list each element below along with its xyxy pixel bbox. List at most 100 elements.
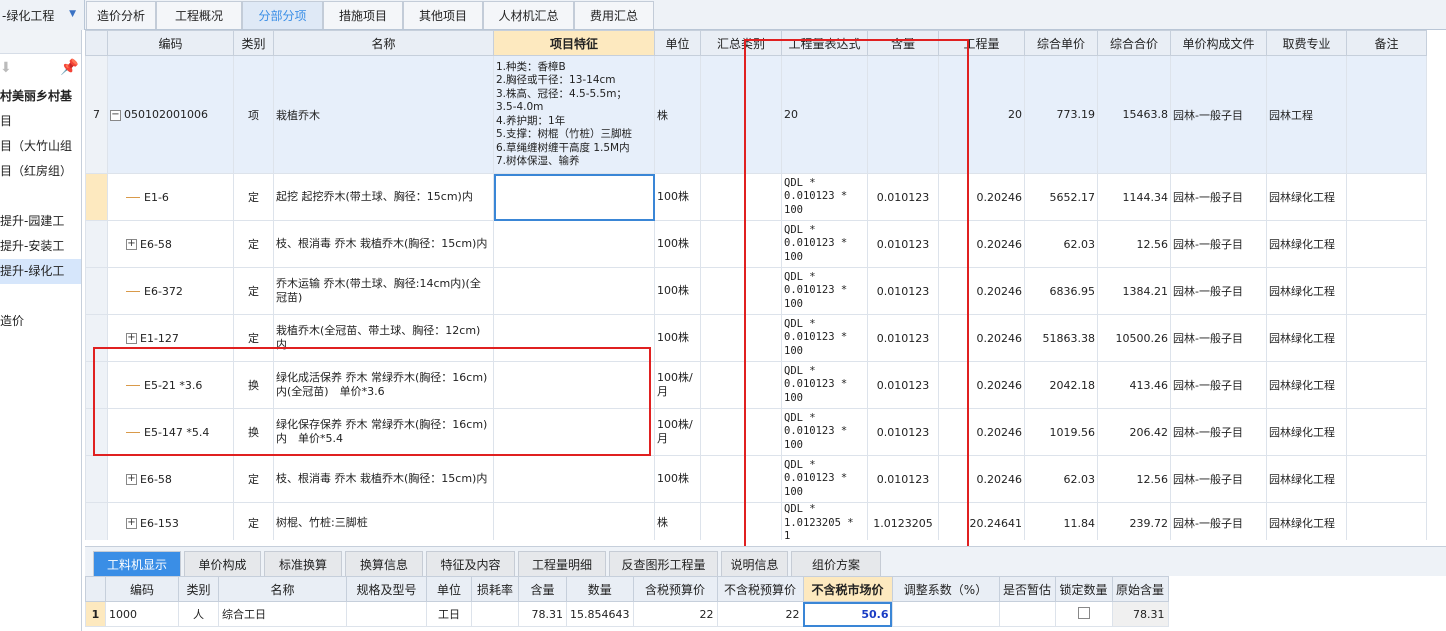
quota-remark[interactable] [1346, 173, 1427, 221]
material-row[interactable]: 1 1000 人 综合工日 工日 78.31 15.854643 22 22 5… [85, 601, 1169, 627]
tree-item[interactable]: 目（大竹山组 [0, 134, 81, 159]
col-header-price-file[interactable]: 单价构成文件 [1170, 30, 1267, 56]
material-estimate[interactable] [998, 601, 1056, 627]
quota-row[interactable]: E5-147 *5.4 换绿化保存保养 乔木 常绿乔木(胸径：16cm)内 单价*… [85, 408, 1427, 456]
quota-price-file[interactable]: 园林-一般子目 [1170, 173, 1267, 221]
quota-feature[interactable] [493, 173, 655, 221]
bcol-header-type[interactable]: 类别 [178, 576, 219, 602]
quota-expr[interactable]: QDL * 0.010123 * 100 [781, 173, 868, 221]
material-adjust[interactable] [891, 601, 1000, 627]
quota-total[interactable]: 12.56 [1097, 455, 1171, 503]
quota-type[interactable]: 换 [233, 361, 274, 409]
bcol-header-spec[interactable]: 规格及型号 [346, 576, 427, 602]
quota-unit-price[interactable]: 11.84 [1024, 502, 1098, 540]
quota-name[interactable]: 绿化保存保养 乔木 常绿乔木(胸径：16cm)内 单价*5.4 [273, 408, 494, 456]
quota-type[interactable]: 换 [233, 408, 274, 456]
quota-fee-type[interactable]: 园林绿化工程 [1266, 408, 1347, 456]
expand-icon[interactable]: + [126, 518, 137, 530]
quota-unit[interactable]: 100株 [654, 173, 701, 221]
quota-total[interactable]: 206.42 [1097, 408, 1171, 456]
quota-content[interactable]: 0.010123 [867, 267, 939, 315]
tree-item-selected[interactable]: 提升-绿化工 [0, 259, 81, 284]
pin-icon[interactable]: 📌 [60, 58, 79, 76]
col-header-qty[interactable]: 工程量 [938, 30, 1025, 56]
col-header-code[interactable]: 编码 [107, 30, 234, 56]
quota-row[interactable]: E6-372 定乔木运输 乔木(带土球、胸径:14cm内)(全冠苗) 100株 QDL… [85, 267, 1427, 315]
tree-item[interactable]: 目 [0, 109, 81, 134]
bill-expr[interactable]: 20 [781, 55, 868, 174]
quota-content[interactable]: 0.010123 [867, 220, 939, 268]
col-header-fee-type[interactable]: 取费专业 [1266, 30, 1347, 56]
btab-price-composition[interactable]: 单价构成 [184, 551, 261, 577]
btab-conversion-info[interactable]: 换算信息 [345, 551, 423, 577]
quota-feature[interactable] [493, 314, 655, 362]
collapse-icon[interactable]: − [110, 109, 121, 121]
col-header-feature[interactable]: 项目特征 [493, 30, 655, 56]
quota-name[interactable]: 枝、根消毒 乔木 栽植乔木(胸径：15cm)内 [273, 220, 494, 268]
material-content[interactable]: 78.31 [518, 601, 567, 627]
quota-summary-type[interactable] [700, 361, 782, 409]
quota-unit[interactable]: 100株/月 [654, 361, 701, 409]
bcol-header-notax-price[interactable]: 不含税预算价 [716, 576, 804, 602]
quota-qty[interactable]: 0.20246 [938, 267, 1025, 315]
quota-unit[interactable]: 100株 [654, 314, 701, 362]
col-header-name[interactable]: 名称 [273, 30, 494, 56]
tab-fee-summary[interactable]: 费用汇总 [574, 1, 654, 29]
quota-unit-price[interactable]: 2042.18 [1024, 361, 1098, 409]
quota-remark[interactable] [1346, 220, 1427, 268]
quota-price-file[interactable]: 园林-一般子目 [1170, 408, 1267, 456]
col-header-summary-type[interactable]: 汇总类别 [700, 30, 782, 56]
bill-name[interactable]: 栽植乔木 [273, 55, 494, 174]
col-header-qty-expr[interactable]: 工程量表达式 [781, 30, 868, 56]
material-market-price[interactable]: 50.6 [802, 601, 893, 627]
quota-code-cell[interactable]: + E1-127 [107, 314, 234, 362]
bill-content[interactable] [867, 55, 939, 174]
quota-price-file[interactable]: 园林-一般子目 [1170, 267, 1267, 315]
quota-content[interactable]: 1.0123205 [867, 502, 939, 540]
tree-item[interactable] [0, 284, 81, 309]
quota-summary-type[interactable] [700, 408, 782, 456]
quota-row[interactable]: + E6-153 定树棍、竹桩:三脚桩株 QDL * 1.0123205 * 1 1.0… [85, 502, 1427, 540]
material-spec[interactable] [346, 601, 427, 627]
bill-unit[interactable]: 株 [654, 55, 701, 174]
tree-item[interactable]: 目（红房组） [0, 159, 81, 184]
quota-price-file[interactable]: 园林-一般子目 [1170, 361, 1267, 409]
quota-fee-type[interactable]: 园林绿化工程 [1266, 220, 1347, 268]
quota-unit[interactable]: 100株 [654, 220, 701, 268]
material-loss[interactable] [471, 601, 519, 627]
quota-type[interactable]: 定 [233, 173, 274, 221]
btab-reverse-lookup[interactable]: 反查图形工程量 [609, 551, 718, 577]
quota-name[interactable]: 枝、根消毒 乔木 栽植乔木(胸径：15cm)内 [273, 455, 494, 503]
tab-labor-material-summary[interactable]: 人材机汇总 [483, 1, 574, 29]
quota-unit[interactable]: 100株 [654, 267, 701, 315]
material-qty[interactable]: 15.854643 [566, 601, 634, 627]
quota-expr[interactable]: QDL * 0.010123 * 100 [781, 314, 868, 362]
quota-expr[interactable]: QDL * 0.010123 * 100 [781, 361, 868, 409]
material-type[interactable]: 人 [178, 601, 219, 627]
bcol-header-market-price[interactable]: 不含税市场价 [802, 576, 893, 602]
quota-total[interactable]: 1144.34 [1097, 173, 1171, 221]
quota-unit-price[interactable]: 62.03 [1024, 455, 1098, 503]
quota-expr[interactable]: QDL * 0.010123 * 100 [781, 220, 868, 268]
quota-unit-price[interactable]: 6836.95 [1024, 267, 1098, 315]
quota-total[interactable]: 12.56 [1097, 220, 1171, 268]
quota-expr[interactable]: QDL * 0.010123 * 100 [781, 267, 868, 315]
col-header-type[interactable]: 类别 [233, 30, 274, 56]
quota-feature[interactable] [493, 220, 655, 268]
quota-summary-type[interactable] [700, 455, 782, 503]
quota-content[interactable]: 0.010123 [867, 408, 939, 456]
quota-qty[interactable]: 0.20246 [938, 314, 1025, 362]
quota-name[interactable]: 绿化成活保养 乔木 常绿乔木(胸径：16cm)内(全冠苗) 单价*3.6 [273, 361, 494, 409]
quota-name[interactable]: 树棍、竹桩:三脚桩 [273, 502, 494, 540]
bill-total[interactable]: 15463.8 [1097, 55, 1171, 174]
quota-price-file[interactable]: 园林-一般子目 [1170, 220, 1267, 268]
quota-fee-type[interactable]: 园林绿化工程 [1266, 502, 1347, 540]
tree-item[interactable]: 提升-园建工 [0, 209, 81, 234]
quota-qty[interactable]: 0.20246 [938, 455, 1025, 503]
quota-remark[interactable] [1346, 361, 1427, 409]
quota-total[interactable]: 413.46 [1097, 361, 1171, 409]
quota-remark[interactable] [1346, 267, 1427, 315]
bill-remark[interactable] [1346, 55, 1427, 174]
quota-unit[interactable]: 100株 [654, 455, 701, 503]
bill-qty[interactable]: 20 [938, 55, 1025, 174]
